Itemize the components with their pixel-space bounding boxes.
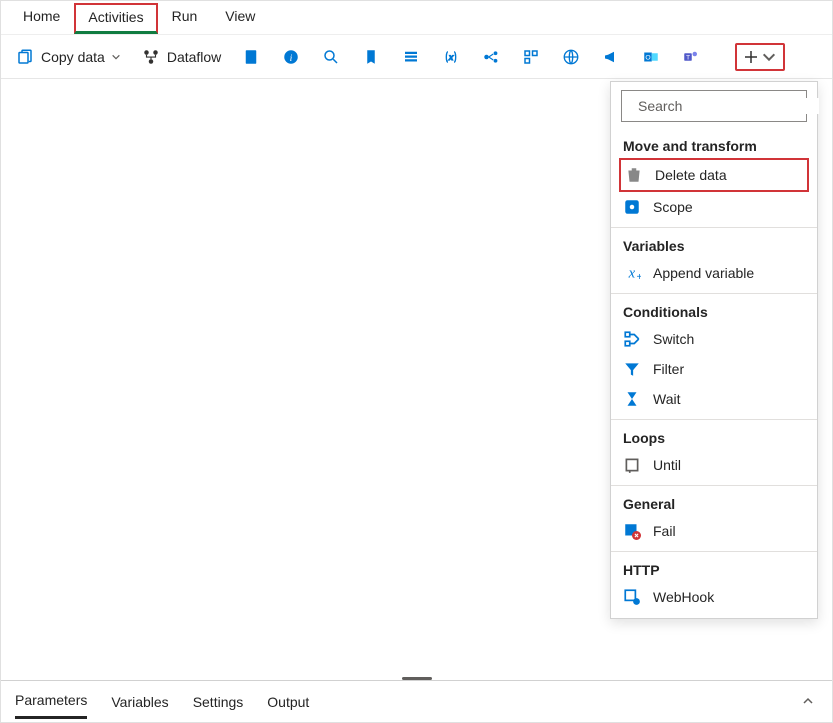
activity-label: Wait <box>653 391 680 407</box>
chevron-down-icon <box>761 49 777 65</box>
pipeline-button[interactable] <box>475 43 507 71</box>
group-loops: Loops <box>611 422 817 450</box>
toolbar: Copy data Dataflow i x O T <box>1 35 832 79</box>
script-icon <box>361 47 381 67</box>
activity-label: Until <box>653 457 681 473</box>
bottom-tabs: Parameters Variables Settings Output <box>1 680 832 722</box>
scope-icon <box>623 198 641 216</box>
megaphone-icon <box>601 47 621 67</box>
svg-text:+: + <box>637 272 642 282</box>
tab-parameters[interactable]: Parameters <box>15 684 87 719</box>
activity-label: Delete data <box>655 167 727 183</box>
layout-button[interactable] <box>515 43 547 71</box>
activity-label: WebHook <box>653 589 714 605</box>
copy-data-icon <box>15 47 35 67</box>
search-input-wrap[interactable] <box>621 90 807 122</box>
add-activity-button[interactable] <box>735 43 785 71</box>
chevron-up-icon <box>802 695 814 707</box>
group-move-transform: Move and transform <box>611 130 817 158</box>
activity-dropdown: Move and transform Delete data Scope Var… <box>610 81 818 619</box>
variable-button[interactable]: x <box>435 43 467 71</box>
svg-text:i: i <box>290 52 293 63</box>
search-button[interactable] <box>315 43 347 71</box>
web-button[interactable] <box>555 43 587 71</box>
globe-icon <box>561 47 581 67</box>
outlook-button[interactable]: O <box>635 43 667 71</box>
dataflow-label: Dataflow <box>167 49 221 65</box>
menu-activities[interactable]: Activities <box>74 3 157 34</box>
teams-button[interactable]: T <box>675 43 707 71</box>
activity-scope[interactable]: Scope <box>611 192 817 222</box>
activity-label: Switch <box>653 331 694 347</box>
expand-panel-button[interactable] <box>798 690 818 714</box>
separator <box>611 551 817 552</box>
pipeline-icon <box>481 47 501 67</box>
outlook-icon: O <box>641 47 661 67</box>
group-variables: Variables <box>611 230 817 258</box>
tab-settings[interactable]: Settings <box>193 686 244 718</box>
chevron-down-icon <box>111 52 121 62</box>
copy-data-button[interactable]: Copy data <box>9 43 127 71</box>
variable-icon: x <box>441 47 461 67</box>
dataflow-icon <box>141 47 161 67</box>
menu-home[interactable]: Home <box>9 2 74 34</box>
search-input[interactable] <box>638 98 819 114</box>
separator <box>611 419 817 420</box>
activity-delete-data[interactable]: Delete data <box>619 158 809 192</box>
activity-label: Append variable <box>653 265 754 281</box>
info-button[interactable]: i <box>275 43 307 71</box>
dataflow-button[interactable]: Dataflow <box>135 43 227 71</box>
activity-webhook[interactable]: WebHook <box>611 582 817 612</box>
menu-view[interactable]: View <box>211 2 269 34</box>
search-icon <box>321 47 341 67</box>
separator <box>611 227 817 228</box>
script-button[interactable] <box>355 43 387 71</box>
until-icon <box>623 456 641 474</box>
group-conditionals: Conditionals <box>611 296 817 324</box>
copy-data-label: Copy data <box>41 49 105 65</box>
hourglass-icon <box>623 390 641 408</box>
group-http: HTTP <box>611 554 817 582</box>
activity-label: Filter <box>653 361 684 377</box>
activity-wait[interactable]: Wait <box>611 384 817 414</box>
activity-fail[interactable]: Fail <box>611 516 817 546</box>
append-var-icon: x+ <box>623 264 641 282</box>
plus-icon <box>743 49 759 65</box>
webhook-icon <box>623 588 641 606</box>
filter-icon <box>623 360 641 378</box>
group-general: General <box>611 488 817 516</box>
announce-button[interactable] <box>595 43 627 71</box>
activity-switch[interactable]: Switch <box>611 324 817 354</box>
list-button[interactable] <box>395 43 427 71</box>
menu-run[interactable]: Run <box>158 2 212 34</box>
svg-text:x: x <box>448 53 454 62</box>
layout-icon <box>521 47 541 67</box>
activity-append-variable[interactable]: x+ Append variable <box>611 258 817 288</box>
activity-filter[interactable]: Filter <box>611 354 817 384</box>
tab-output[interactable]: Output <box>267 686 309 718</box>
tab-variables[interactable]: Variables <box>111 686 168 718</box>
notebook-icon <box>241 47 261 67</box>
activity-label: Fail <box>653 523 676 539</box>
fail-icon <box>623 522 641 540</box>
list-icon <box>401 47 421 67</box>
svg-text:O: O <box>646 54 651 61</box>
separator <box>611 485 817 486</box>
activity-until[interactable]: Until <box>611 450 817 480</box>
menubar: Home Activities Run View <box>1 1 832 35</box>
svg-text:x: x <box>628 266 636 282</box>
separator <box>611 293 817 294</box>
svg-text:T: T <box>686 54 690 61</box>
info-icon: i <box>281 47 301 67</box>
teams-icon: T <box>681 47 701 67</box>
switch-icon <box>623 330 641 348</box>
notebook-button[interactable] <box>235 43 267 71</box>
activity-label: Scope <box>653 199 693 215</box>
trash-icon <box>625 166 643 184</box>
